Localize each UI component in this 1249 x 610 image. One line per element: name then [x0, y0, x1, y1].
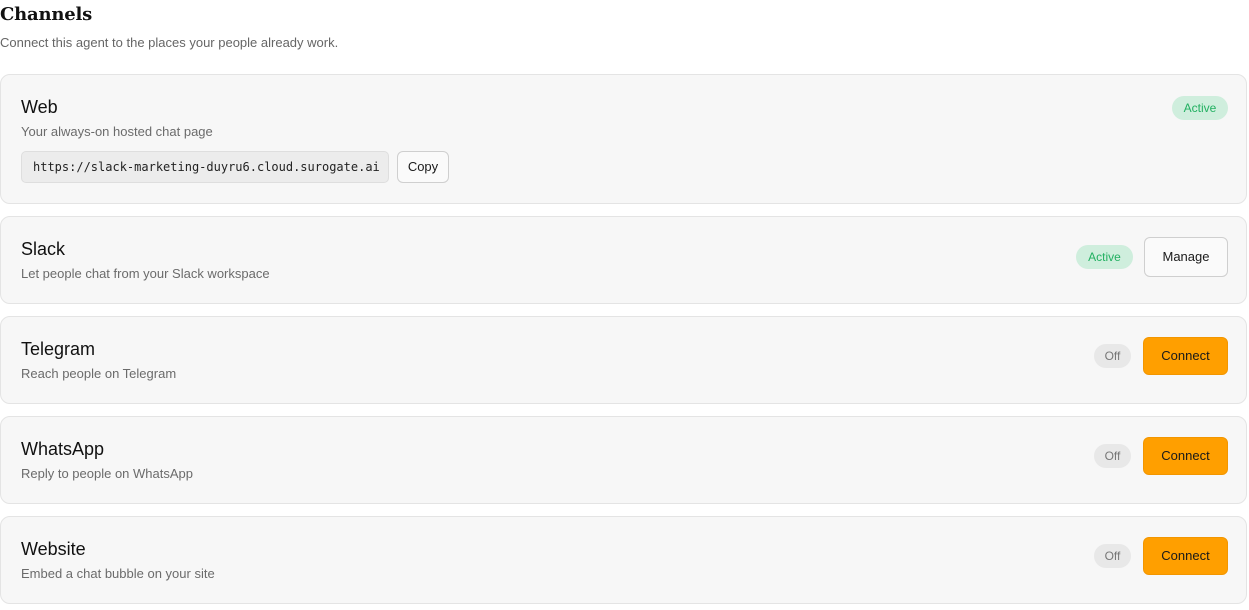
channel-description: Let people chat from your Slack workspac…	[21, 266, 270, 281]
channel-description: Your always-on hosted chat page	[21, 124, 213, 139]
channel-card-website: Website Embed a chat bubble on your site…	[0, 516, 1247, 604]
channel-description: Reach people on Telegram	[21, 366, 177, 381]
status-badge: Off	[1094, 544, 1131, 568]
channel-title: Telegram	[21, 339, 96, 359]
channel-title: WhatsApp	[21, 439, 105, 459]
channel-description: Embed a chat bubble on your site	[21, 566, 215, 581]
channel-description: Reply to people on WhatsApp	[21, 466, 193, 481]
copy-url-button[interactable]: Copy	[397, 151, 449, 183]
manage-slack-button[interactable]: Manage	[1144, 237, 1228, 277]
status-badge: Off	[1094, 444, 1131, 468]
hosted-url-field[interactable]: https://slack-marketing-duyru6.cloud.sur…	[21, 151, 389, 183]
channel-card-slack: Slack Let people chat from your Slack wo…	[0, 216, 1247, 304]
channel-card-telegram: Telegram Reach people on Telegram Off Co…	[0, 316, 1247, 404]
page-title: Channels	[0, 4, 93, 25]
channel-title: Website	[21, 539, 86, 559]
connect-telegram-button[interactable]: Connect	[1143, 337, 1228, 375]
status-badge: Active	[1172, 96, 1228, 120]
page-subtitle: Connect this agent to the places your pe…	[0, 35, 339, 50]
channel-card-whatsapp: WhatsApp Reply to people on WhatsApp Off…	[0, 416, 1247, 504]
connect-whatsapp-button[interactable]: Connect	[1143, 437, 1228, 475]
channel-title: Web	[21, 97, 58, 117]
status-badge: Off	[1094, 344, 1131, 368]
connect-website-button[interactable]: Connect	[1143, 537, 1228, 575]
channel-card-web: Web Your always-on hosted chat page http…	[0, 74, 1247, 204]
channel-title: Slack	[21, 239, 66, 259]
status-badge: Active	[1076, 245, 1133, 269]
